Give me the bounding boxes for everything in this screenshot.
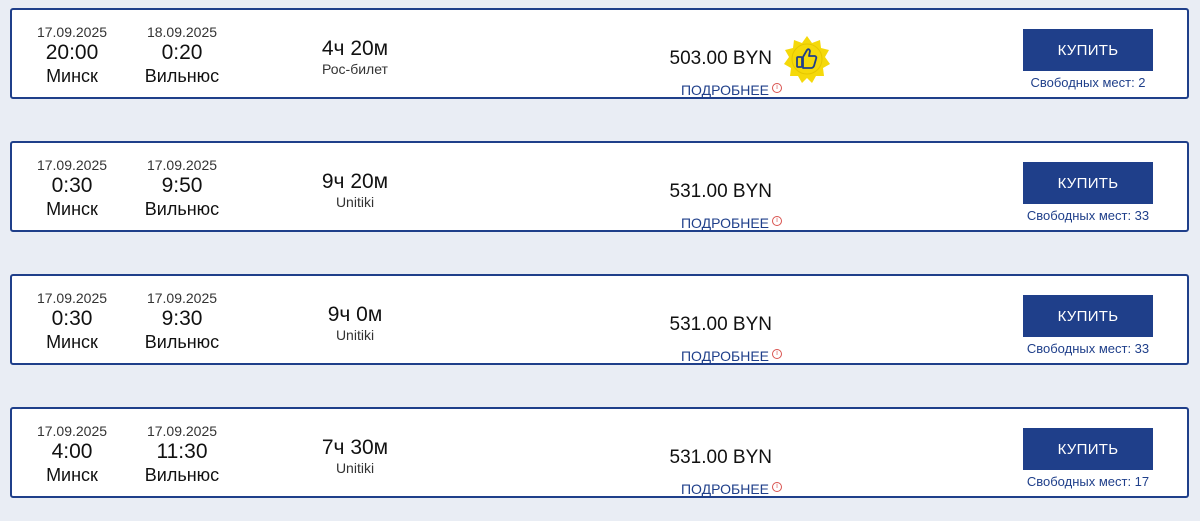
duration-block: 7ч 30м Unitiki [285, 435, 425, 476]
departure-date: 17.09.2025 [36, 24, 108, 40]
details-link[interactable]: ПОДРОБНЕЕ i [662, 82, 782, 98]
departure-date: 17.09.2025 [36, 290, 108, 306]
carrier-name: Рос-билет [322, 61, 388, 77]
search-results-list: 17.09.2025 20:00 Минск 18.09.2025 0:20 В… [0, 0, 1200, 521]
details-link[interactable]: ПОДРОБНЕЕ i [662, 215, 782, 231]
details-link[interactable]: ПОДРОБНЕЕ i [662, 481, 782, 497]
departure-date: 17.09.2025 [36, 423, 108, 439]
arrival-city: Вильнюс [144, 332, 220, 352]
result-card: 17.09.2025 0:30 Минск 17.09.2025 9:30 Ви… [10, 274, 1189, 365]
trip-duration: 4ч 20м [321, 37, 389, 60]
available-seats: Свободных мест: 2 [1030, 75, 1146, 90]
departure-block: 17.09.2025 0:30 Минск [22, 290, 122, 353]
buy-button[interactable]: КУПИТЬ [1023, 295, 1153, 337]
result-card: 17.09.2025 20:00 Минск 18.09.2025 0:20 В… [10, 8, 1189, 99]
arrival-block: 17.09.2025 9:30 Вильнюс [132, 290, 232, 353]
arrival-block: 17.09.2025 9:50 Вильнюс [132, 157, 232, 220]
available-seats: Свободных мест: 33 [1026, 208, 1150, 223]
buy-button[interactable]: КУПИТЬ [1023, 29, 1153, 71]
ticket-price: 503.00 BYN [669, 48, 772, 69]
ticket-price: 531.00 BYN [669, 447, 772, 468]
trip-duration: 9ч 20м [321, 170, 389, 193]
departure-city: Минск [46, 199, 98, 219]
ticket-price: 531.00 BYN [669, 314, 772, 335]
trip-duration: 9ч 0м [327, 303, 383, 326]
arrival-time: 11:30 [156, 440, 208, 463]
departure-time: 4:00 [51, 440, 93, 463]
details-link[interactable]: ПОДРОБНЕЕ i [662, 348, 782, 364]
arrival-time: 9:50 [161, 174, 203, 197]
arrival-city: Вильнюс [144, 199, 220, 219]
carrier-name: Unitiki [335, 194, 375, 210]
carrier-name: Unitiki [335, 460, 375, 476]
info-icon: i [772, 482, 782, 493]
departure-city: Минск [46, 66, 98, 86]
departure-city: Минск [46, 465, 98, 485]
departure-time: 0:30 [51, 174, 93, 197]
arrival-date: 18.09.2025 [146, 24, 218, 40]
arrival-date: 17.09.2025 [146, 157, 218, 173]
departure-block: 17.09.2025 20:00 Минск [22, 24, 122, 87]
details-label: ПОДРОБНЕЕ [680, 82, 769, 98]
departure-date: 17.09.2025 [36, 157, 108, 173]
details-label: ПОДРОБНЕЕ [680, 215, 769, 231]
departure-time: 0:30 [51, 307, 93, 330]
arrival-time: 0:20 [161, 41, 203, 64]
available-seats: Свободных мест: 33 [1026, 341, 1150, 356]
duration-block: 9ч 20м Unitiki [285, 169, 425, 210]
available-seats: Свободных мест: 17 [1026, 474, 1150, 489]
arrival-city: Вильнюс [144, 465, 220, 485]
carrier-name: Unitiki [335, 327, 375, 343]
departure-time: 20:00 [45, 41, 99, 64]
arrival-block: 17.09.2025 11:30 Вильнюс [132, 423, 232, 486]
info-icon: i [772, 349, 782, 360]
arrival-block: 18.09.2025 0:20 Вильнюс [132, 24, 232, 87]
ticket-price: 531.00 BYN [669, 181, 772, 202]
departure-block: 17.09.2025 4:00 Минск [22, 423, 122, 486]
arrival-time: 9:30 [161, 307, 203, 330]
duration-block: 9ч 0м Unitiki [285, 302, 425, 343]
arrival-city: Вильнюс [144, 66, 220, 86]
buy-button[interactable]: КУПИТЬ [1023, 428, 1153, 470]
thumbs-up-badge-icon [783, 35, 831, 83]
trip-duration: 7ч 30м [321, 436, 389, 459]
buy-button[interactable]: КУПИТЬ [1023, 162, 1153, 204]
duration-block: 4ч 20м Рос-билет [285, 36, 425, 77]
details-label: ПОДРОБНЕЕ [680, 481, 769, 497]
details-label: ПОДРОБНЕЕ [680, 348, 769, 364]
arrival-date: 17.09.2025 [146, 290, 218, 306]
departure-city: Минск [46, 332, 98, 352]
departure-block: 17.09.2025 0:30 Минск [22, 157, 122, 220]
arrival-date: 17.09.2025 [146, 423, 218, 439]
result-card: 17.09.2025 4:00 Минск 17.09.2025 11:30 В… [10, 407, 1189, 498]
info-icon: i [772, 83, 782, 94]
result-card: 17.09.2025 0:30 Минск 17.09.2025 9:50 Ви… [10, 141, 1189, 232]
info-icon: i [772, 216, 782, 227]
